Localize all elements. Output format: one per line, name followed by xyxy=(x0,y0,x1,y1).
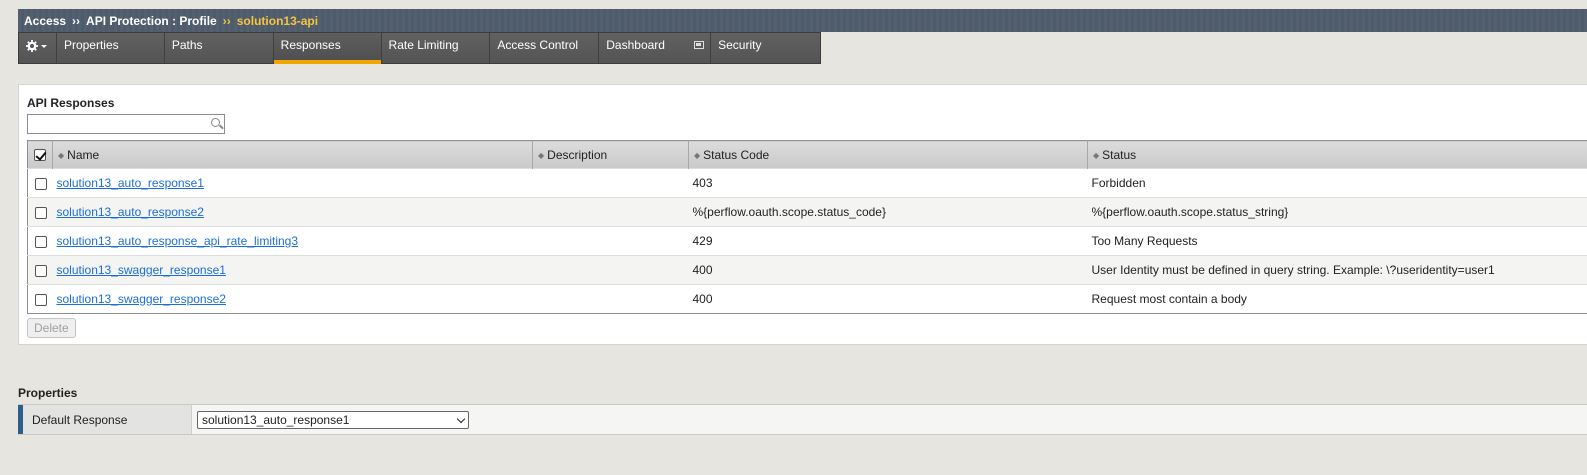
api-responses-panel: API Responses ◆ Name ◆ Description ◆ Status… xyxy=(18,84,1587,345)
table-row: solution13_swagger_response1 400 User Id… xyxy=(27,255,1587,285)
breadcrumb-separator: ›› xyxy=(222,13,231,28)
status-code-cell: 400 xyxy=(688,284,1088,314)
chevron-down-icon xyxy=(41,45,47,48)
response-name-link[interactable]: solution13_auto_response2 xyxy=(57,205,204,219)
row-select-cell xyxy=(27,255,53,285)
tab-paths[interactable]: Paths xyxy=(164,33,274,63)
breadcrumb: Access ›› API Protection : Profile ›› so… xyxy=(18,9,1587,32)
row-select-cell xyxy=(27,226,53,256)
default-response-label: Default Response xyxy=(18,405,192,434)
properties-title: Properties xyxy=(18,386,78,400)
table-row: solution13_auto_response1 403 Forbidden xyxy=(27,168,1587,198)
name-cell: solution13_swagger_response1 xyxy=(52,255,533,285)
tab-bar: Properties Paths Responses Rate Limiting… xyxy=(18,32,821,64)
delete-button[interactable]: Delete xyxy=(27,318,76,338)
table-row: solution13_swagger_response2 400 Request… xyxy=(27,284,1587,314)
name-cell: solution13_auto_response2 xyxy=(52,197,533,227)
tab-responses[interactable]: Responses xyxy=(273,33,382,64)
search-input[interactable] xyxy=(27,114,225,134)
description-cell xyxy=(532,168,689,198)
row-checkbox[interactable] xyxy=(35,235,47,248)
chevron-down-icon xyxy=(456,414,466,424)
status-cell: User Identity must be defined in query s… xyxy=(1087,255,1587,285)
description-cell xyxy=(532,284,689,314)
status-cell: %{perflow.oauth.scope.status_string} xyxy=(1087,197,1587,227)
column-header-status[interactable]: ◆ Status xyxy=(1087,140,1587,169)
table-row: solution13_auto_response2 %{perflow.oaut… xyxy=(27,197,1587,227)
breadcrumb-current: solution13-api xyxy=(236,13,319,28)
breadcrumb-root[interactable]: Access xyxy=(24,14,66,28)
status-cell: Too Many Requests xyxy=(1087,226,1587,256)
search-icon[interactable] xyxy=(211,118,220,127)
row-checkbox[interactable] xyxy=(35,264,47,277)
row-select-cell xyxy=(27,197,53,227)
column-header-description[interactable]: ◆ Description xyxy=(532,140,689,169)
sort-icon: ◆ xyxy=(1093,150,1100,160)
responses-table: ◆ Name ◆ Description ◆ Status Code ◆ Status … xyxy=(27,140,1587,314)
breadcrumb-section[interactable]: API Protection : Profile xyxy=(86,14,217,28)
sort-icon: ◆ xyxy=(538,150,545,160)
response-name-link[interactable]: solution13_auto_response1 xyxy=(57,176,204,190)
description-cell xyxy=(532,226,689,256)
response-name-link[interactable]: solution13_auto_response_api_rate_limiti… xyxy=(57,234,299,248)
tab-rate-limiting[interactable]: Rate Limiting xyxy=(381,33,491,63)
status-cell: Forbidden xyxy=(1087,168,1587,198)
table-row: solution13_auto_response_api_rate_limiti… xyxy=(27,226,1587,256)
popout-icon xyxy=(694,41,705,49)
row-select-cell xyxy=(27,168,53,198)
tab-properties[interactable]: Properties xyxy=(56,33,165,63)
description-cell xyxy=(532,255,689,285)
row-checkbox[interactable] xyxy=(35,293,47,306)
default-response-row: Default Response solution13_auto_respons… xyxy=(18,404,1587,435)
description-cell xyxy=(532,197,689,227)
sort-icon: ◆ xyxy=(58,150,65,160)
select-all-header xyxy=(27,140,53,169)
default-response-select[interactable]: solution13_auto_response1 xyxy=(197,411,469,429)
response-name-link[interactable]: solution13_swagger_response1 xyxy=(57,263,226,277)
name-cell: solution13_auto_response_api_rate_limiti… xyxy=(52,226,533,256)
status-code-cell: 400 xyxy=(688,255,1088,285)
default-response-value: solution13_auto_response1 xyxy=(202,413,350,427)
response-name-link[interactable]: solution13_swagger_response2 xyxy=(57,292,226,306)
name-cell: solution13_swagger_response2 xyxy=(52,284,533,314)
status-code-cell: %{perflow.oauth.scope.status_code} xyxy=(688,197,1088,227)
row-checkbox[interactable] xyxy=(35,177,47,190)
name-cell: solution13_auto_response1 xyxy=(52,168,533,198)
gear-icon xyxy=(26,40,47,52)
tab-dashboard[interactable]: Dashboard xyxy=(599,33,712,63)
table-header-row: ◆ Name ◆ Description ◆ Status Code ◆ Status xyxy=(27,140,1587,169)
breadcrumb-separator: ›› xyxy=(72,13,81,28)
status-code-cell: 429 xyxy=(688,226,1088,256)
gear-menu-button[interactable] xyxy=(19,33,57,63)
row-select-cell xyxy=(27,284,53,314)
select-all-checkbox[interactable] xyxy=(34,149,46,162)
sort-icon: ◆ xyxy=(694,150,701,160)
column-header-status-code[interactable]: ◆ Status Code xyxy=(688,140,1088,169)
status-code-cell: 403 xyxy=(688,168,1088,198)
panel-title: API Responses xyxy=(27,96,115,110)
status-cell: Request most contain a body xyxy=(1087,284,1587,314)
tab-access-control[interactable]: Access Control xyxy=(490,33,600,63)
tab-security[interactable]: Security xyxy=(711,33,820,63)
column-header-name[interactable]: ◆ Name xyxy=(52,140,533,169)
row-checkbox[interactable] xyxy=(35,206,47,219)
